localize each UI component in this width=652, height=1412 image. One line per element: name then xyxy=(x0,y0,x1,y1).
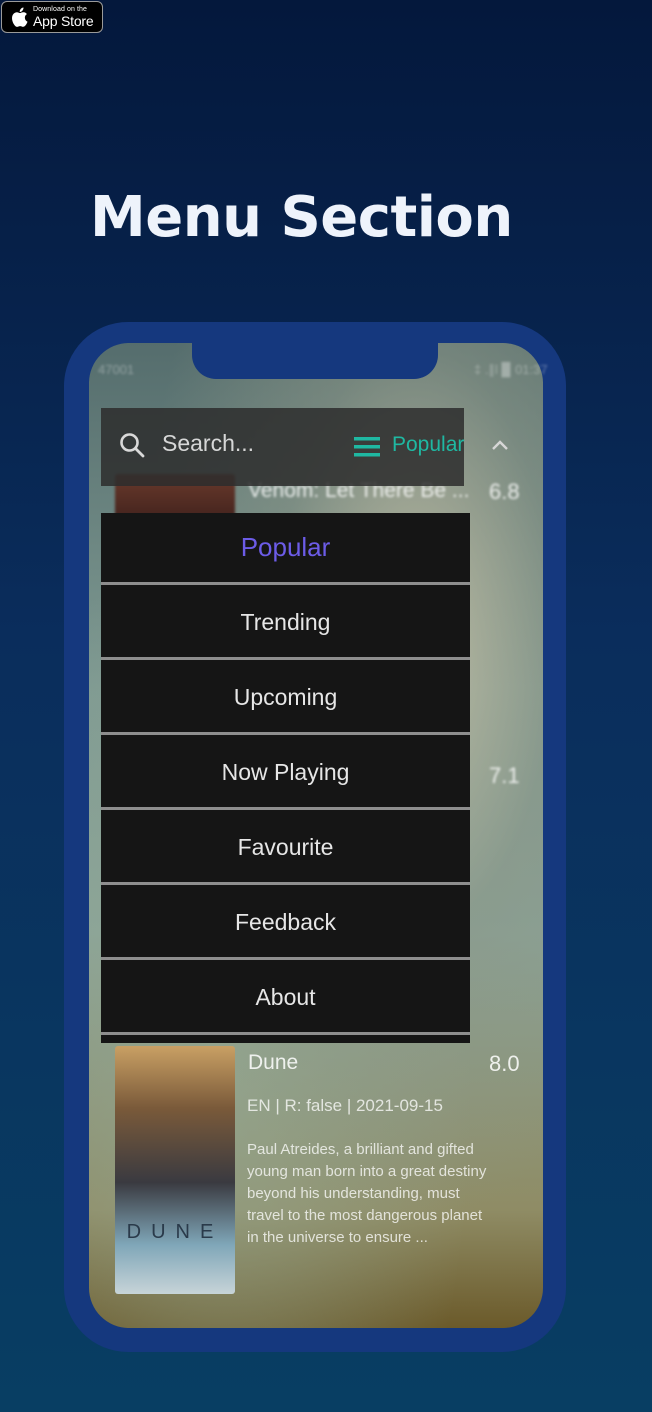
movie-rating: 8.0 xyxy=(489,1051,520,1076)
menu-item-label: Now Playing xyxy=(221,759,350,785)
movie-meta: EN | R: false | 2021-09-15 xyxy=(247,1096,443,1115)
menu-item-about[interactable]: About xyxy=(101,963,470,1035)
menu-item-label: Feedback xyxy=(234,909,336,935)
menu-item-label: Popular xyxy=(240,532,331,562)
movie-rating: 6.8 xyxy=(489,479,520,504)
menu-item-label: Upcoming xyxy=(233,684,338,710)
menu-item-label: Trending xyxy=(240,609,331,635)
poster-logo: DUNE xyxy=(126,1221,224,1243)
menu-icon[interactable] xyxy=(354,436,380,458)
status-bar-left: 47001 xyxy=(98,362,135,377)
movie-rating: 7.1 xyxy=(489,763,520,788)
phone-notch xyxy=(192,342,438,379)
status-bar-right: ‡ .∥l ▉ 01:37 xyxy=(474,362,548,377)
badge-small-text: Download on the xyxy=(33,6,88,13)
movie-description: Paul Atreides, a brilliant and gifted yo… xyxy=(247,1141,487,1246)
search-icon[interactable] xyxy=(119,432,145,458)
movie-title[interactable]: Dune xyxy=(248,1051,298,1075)
menu-item-feedback[interactable]: Feedback xyxy=(101,888,470,960)
movie-poster-dune[interactable]: DUNE xyxy=(115,1046,235,1294)
search-input[interactable]: Search... xyxy=(162,430,254,457)
menu-item-popular[interactable]: Popular xyxy=(101,513,470,585)
apple-icon xyxy=(12,7,28,27)
badge-big-text: App Store xyxy=(33,13,94,29)
app-store-badge[interactable]: Download on the App Store xyxy=(1,1,103,33)
chevron-up-icon[interactable] xyxy=(491,439,509,451)
category-menu: Popular Trending Upcoming Now Playing Fa… xyxy=(101,513,470,1043)
page-title: Menu Section xyxy=(90,185,513,250)
menu-item-now-playing[interactable]: Now Playing xyxy=(101,738,470,810)
menu-item-trending[interactable]: Trending xyxy=(101,588,470,660)
category-filter-label[interactable]: Popular xyxy=(392,433,464,457)
menu-item-label: Favourite xyxy=(237,834,334,860)
menu-item-upcoming[interactable]: Upcoming xyxy=(101,663,470,735)
menu-item-label: About xyxy=(255,984,316,1010)
menu-item-favourite[interactable]: Favourite xyxy=(101,813,470,885)
